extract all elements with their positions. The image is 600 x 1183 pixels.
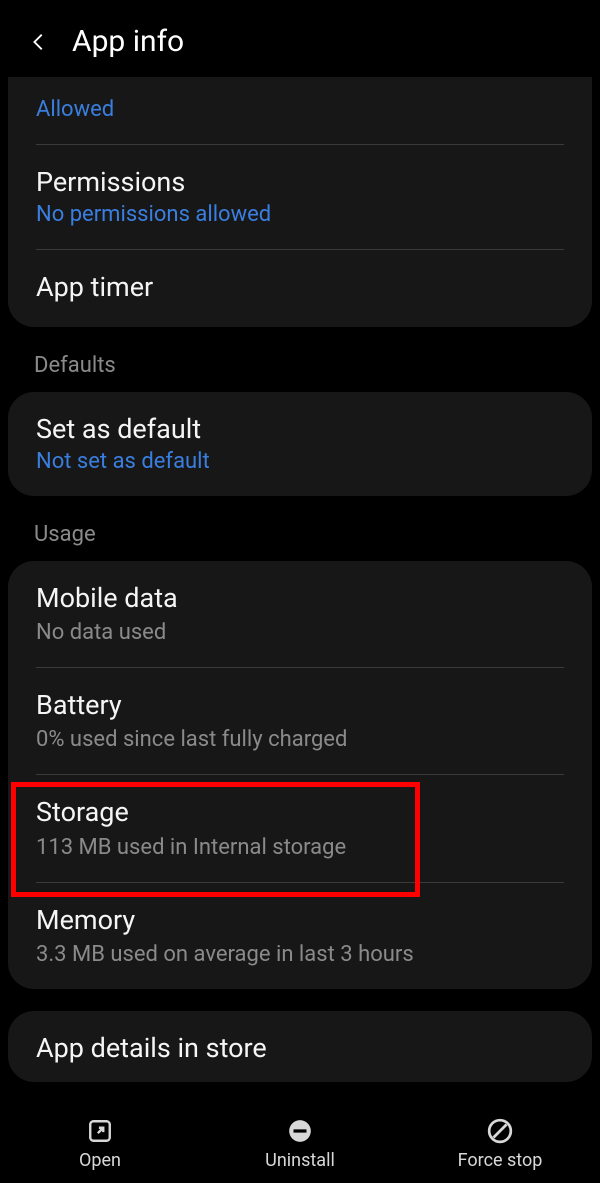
open-label: Open bbox=[79, 1150, 121, 1171]
app-timer-row[interactable]: App timer bbox=[8, 250, 592, 327]
bottom-bar: Open Uninstall Force stop bbox=[0, 1102, 600, 1183]
set-default-title: Set as default bbox=[36, 412, 564, 447]
permissions-row[interactable]: Permissions No permissions allowed bbox=[8, 145, 592, 249]
usage-card: Mobile data No data used Battery 0% used… bbox=[8, 561, 592, 988]
defaults-section-label: Defaults bbox=[0, 327, 600, 392]
app-details-card: App details in store bbox=[8, 1011, 592, 1082]
memory-title: Memory bbox=[36, 903, 564, 938]
header: App info bbox=[0, 0, 600, 77]
force-stop-button[interactable]: Force stop bbox=[400, 1118, 600, 1171]
back-icon[interactable] bbox=[28, 31, 50, 53]
memory-row[interactable]: Memory 3.3 MB used on average in last 3 … bbox=[8, 883, 592, 989]
permissions-status: No permissions allowed bbox=[36, 202, 564, 227]
notifications-title: Notifications bbox=[36, 77, 564, 91]
memory-status: 3.3 MB used on average in last 3 hours bbox=[36, 942, 564, 967]
notifications-status: Allowed bbox=[36, 97, 564, 122]
open-icon bbox=[87, 1118, 113, 1144]
battery-title: Battery bbox=[36, 688, 564, 723]
uninstall-icon bbox=[287, 1118, 313, 1144]
storage-row[interactable]: Storage 113 MB used in Internal storage bbox=[8, 775, 592, 881]
mobile-data-title: Mobile data bbox=[36, 581, 564, 616]
mobile-data-status: No data used bbox=[36, 620, 564, 645]
battery-row[interactable]: Battery 0% used since last fully charged bbox=[8, 668, 592, 774]
app-details-title: App details in store bbox=[36, 1031, 564, 1066]
permissions-title: Permissions bbox=[36, 165, 564, 200]
uninstall-label: Uninstall bbox=[265, 1150, 335, 1171]
battery-status: 0% used since last fully charged bbox=[36, 727, 564, 752]
storage-status: 113 MB used in Internal storage bbox=[36, 835, 564, 860]
usage-section-label: Usage bbox=[0, 496, 600, 561]
mobile-data-row[interactable]: Mobile data No data used bbox=[8, 561, 592, 667]
uninstall-button[interactable]: Uninstall bbox=[200, 1118, 400, 1171]
settings-card-1: Notifications Allowed Permissions No per… bbox=[8, 77, 592, 327]
force-stop-label: Force stop bbox=[458, 1150, 543, 1171]
defaults-card: Set as default Not set as default bbox=[8, 392, 592, 496]
notifications-row[interactable]: Notifications Allowed bbox=[8, 77, 592, 144]
set-default-row[interactable]: Set as default Not set as default bbox=[8, 392, 592, 496]
force-stop-icon bbox=[487, 1118, 513, 1144]
set-default-status: Not set as default bbox=[36, 449, 564, 474]
storage-title: Storage bbox=[36, 795, 564, 830]
open-button[interactable]: Open bbox=[0, 1118, 200, 1171]
app-timer-title: App timer bbox=[36, 270, 564, 305]
page-title: App info bbox=[72, 24, 184, 59]
app-details-row[interactable]: App details in store bbox=[8, 1011, 592, 1082]
